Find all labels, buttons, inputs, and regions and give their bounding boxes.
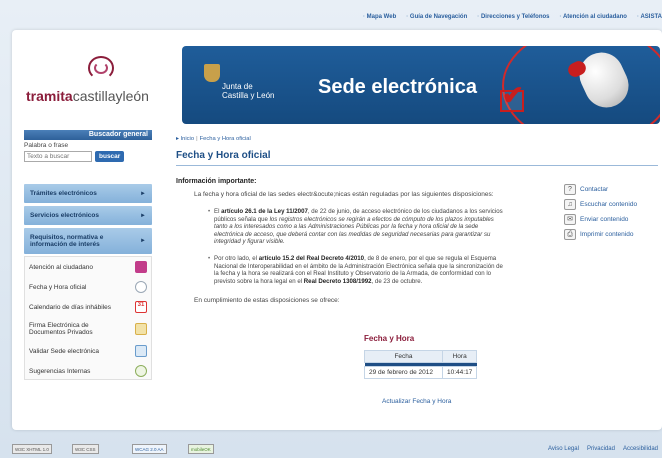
header-banner: Junta de Castilla y León Sede electrónic… (182, 46, 660, 124)
banner-circle-decoration (502, 46, 660, 124)
breadcrumb: ▸ Inicio | Fecha y Hora oficial (176, 136, 251, 142)
menu-item-label: Trámites electrónicos (30, 190, 97, 197)
junta-line-1: Junta de (222, 82, 253, 91)
menu-item-services[interactable]: Servicios electrónicos ► (24, 206, 152, 225)
arrow-right-icon: ► (140, 190, 146, 197)
link-citizen-attention[interactable]: Atención al ciudadano (25, 257, 151, 277)
link-label: Atención al ciudadano (29, 263, 93, 271)
banner-title: Sede electrónica (318, 76, 477, 98)
search-input[interactable] (24, 151, 92, 162)
intro-paragraph: La fecha y hora oficial de las sedes ele… (194, 191, 494, 198)
link-validate-site[interactable]: Validar Sede electrónica (25, 341, 151, 361)
search-label: Palabra o frase (24, 142, 69, 149)
link-label: Fecha y Hora oficial (29, 283, 87, 291)
site-logo[interactable]: tramitacastillayleón (26, 54, 156, 110)
general-search: Buscador general Palabra o frase buscar (24, 130, 152, 172)
update-datetime-link[interactable]: Actualizar Fecha y Hora (382, 398, 451, 405)
top-nav-citizen[interactable]: Atención al ciudadano (560, 14, 627, 24)
quick-links: Atención al ciudadano Fecha y Hora ofici… (24, 256, 152, 380)
arrow-right-icon: ► (140, 238, 146, 244)
logo-word-1: tramita (26, 88, 73, 104)
logo-wordmark: tramitacastillayleón (26, 88, 149, 104)
logo-word-2: castillayleón (72, 88, 149, 104)
footer-link-accessibility[interactable]: Accesibilidad (623, 446, 658, 452)
tool-send[interactable]: ✉ Enviar contenido (564, 212, 660, 227)
link-suggestions[interactable]: Sugerencias Internas (25, 361, 151, 381)
tool-label: Enviar contenido (580, 216, 629, 223)
people-icon (135, 261, 147, 273)
tool-label: Escuchar contenido (580, 201, 638, 208)
top-navigation: Mapa Web Guía de Navegación Direcciones … (363, 14, 662, 24)
validate-icon (135, 345, 147, 357)
printer-icon: ⎙ (564, 229, 576, 240)
breadcrumb-home[interactable]: Inicio (181, 136, 195, 142)
footer-links: Aviso Legal Privacidad Accesibilidad (548, 446, 658, 452)
search-heading: Buscador general (24, 130, 152, 140)
wcag-badge[interactable]: WCAG 2.0 AA (132, 444, 167, 454)
link-label: Validar Sede electrónica (29, 347, 99, 355)
coat-of-arms-icon (204, 64, 220, 82)
search-button[interactable]: buscar (95, 151, 125, 162)
menu-item-procedures[interactable]: Trámites electrónicos ► (24, 184, 152, 203)
tool-listen[interactable]: ♫ Escuchar contenido (564, 197, 660, 212)
page-title: Fecha y Hora oficial (176, 150, 271, 161)
law-bullet-1: El artículo 26.1 de la Ley 11/2007, de 2… (208, 208, 506, 246)
date-column-header: Fecha (364, 350, 443, 363)
compliance-text: En cumplimiento de estas disposiciones s… (194, 297, 340, 305)
junta-line-2: Castilla y León (222, 91, 275, 100)
current-time: 10:44:17 (441, 366, 478, 379)
arrow-right-icon: ► (140, 212, 146, 219)
tool-label: Imprimir contenido (580, 231, 634, 238)
contact-icon: ? (564, 184, 576, 195)
main-content: ▸ Inicio | Fecha y Hora oficial Fecha y Ho… (176, 136, 658, 305)
menu-item-label: Requisitos, normativa e información de i… (30, 234, 104, 248)
time-column-header: Hora (441, 350, 478, 363)
link-label: Calendario de días inhábiles (29, 303, 112, 311)
top-nav-map[interactable]: Mapa Web (363, 14, 397, 24)
datetime-title: Fecha y Hora (364, 334, 415, 343)
info-heading: Información importante: (176, 178, 257, 185)
footer-link-legal[interactable]: Aviso Legal (548, 446, 579, 452)
breadcrumb-current: Fecha y Hora oficial (199, 136, 251, 142)
envelope-icon: ✉ (564, 214, 576, 225)
document-pen-icon (135, 323, 147, 335)
junta-label: Junta de Castilla y León (222, 82, 274, 100)
checkmark-illustration-icon: ✔ (502, 80, 524, 110)
datetime-table: Fecha Hora 29 de febrero de 2012 10:44:17 (364, 350, 478, 379)
tool-label: Contactar (580, 186, 609, 193)
link-label: Sugerencias Internas (29, 367, 91, 375)
css-badge[interactable]: W3C CSS (72, 444, 99, 454)
link-e-signature[interactable]: Firma Electrónica de Documentos Privados (25, 317, 151, 341)
top-nav-assist[interactable]: ASISTA (637, 14, 662, 24)
footer-link-privacy[interactable]: Privacidad (587, 446, 615, 452)
clock-icon (135, 281, 147, 293)
xhtml-badge[interactable]: W3C XHTML 1.0 (12, 444, 52, 454)
title-divider (176, 165, 658, 166)
menu-item-label: Servicios electrónicos (30, 212, 100, 219)
top-nav-directory[interactable]: Direcciones y Teléfonos (477, 14, 550, 24)
search-person-icon (135, 365, 147, 377)
link-holidays-calendar[interactable]: Calendario de días inhábiles 31 (25, 297, 151, 317)
page-tools: ? Contactar ♫ Escuchar contenido ✉ Enviar c… (564, 182, 660, 242)
tool-contact[interactable]: ? Contactar (564, 182, 660, 197)
current-date: 29 de febrero de 2012 (364, 366, 443, 379)
calendar-icon: 31 (135, 301, 147, 313)
speaker-icon: ♫ (564, 199, 576, 210)
link-label: Firma Electrónica de Documentos Privados (29, 322, 93, 336)
link-official-time[interactable]: Fecha y Hora oficial (25, 277, 151, 297)
footer: W3C XHTML 1.0 W3C CSS WCAG 2.0 AA mobile… (0, 442, 662, 458)
tool-print[interactable]: ⎙ Imprimir contenido (564, 227, 660, 242)
top-nav-guide[interactable]: Guía de Navegación (406, 14, 467, 24)
logo-swirl-inner-icon (94, 62, 108, 74)
main-menu: Trámites electrónicos ► Servicios electró… (24, 184, 152, 257)
menu-item-requirements[interactable]: Requisitos, normativa e información de i… (24, 228, 152, 254)
mobileok-badge[interactable]: mobileOK (188, 444, 214, 454)
law-bullet-2: Por otro lado, el artículo 15.2 del Real… (208, 255, 506, 285)
